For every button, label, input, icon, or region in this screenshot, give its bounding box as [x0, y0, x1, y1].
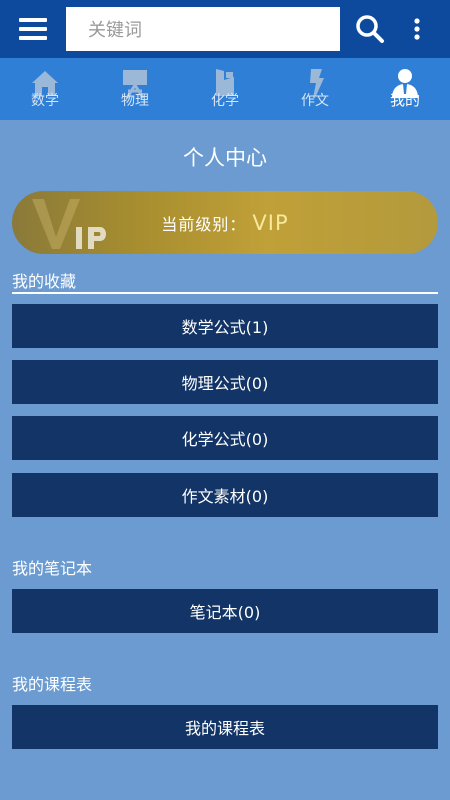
search-placeholder: 关键词	[88, 20, 142, 41]
section-divider	[12, 292, 438, 294]
schedule-button[interactable]: 我的课程表	[12, 705, 438, 749]
search-input[interactable]: 关键词	[66, 7, 340, 51]
favorites-section-title: 我的收藏	[12, 272, 77, 291]
tab-label: 我的	[389, 91, 420, 109]
top-bar: 关键词	[0, 0, 450, 58]
tab-label: 物理	[121, 93, 149, 109]
search-button[interactable]	[352, 11, 388, 47]
schedule-section-title: 我的课程表	[12, 675, 93, 694]
tab-mine[interactable]: 我的	[360, 58, 450, 120]
menu-button[interactable]	[0, 0, 66, 58]
vip-status: 当前级别： VIP	[161, 211, 288, 235]
tab-chemistry[interactable]: 化学	[180, 58, 270, 120]
vip-label: 当前级别：	[161, 214, 247, 234]
favorite-math-button[interactable]: 数学公式(1)	[12, 304, 438, 348]
favorite-physics-button[interactable]: 物理公式(0)	[12, 360, 438, 404]
vip-watermark-icon	[32, 199, 106, 249]
page-title: 个人中心	[183, 146, 267, 170]
tab-physics[interactable]: 物理	[90, 58, 180, 120]
notebook-button[interactable]: 笔记本(0)	[12, 589, 438, 633]
notes-section-title: 我的笔记本	[12, 559, 93, 578]
search-icon	[356, 15, 384, 43]
tab-label: 化学	[211, 93, 239, 109]
more-options-button[interactable]	[402, 11, 432, 47]
vip-level-card: 当前级别： VIP	[12, 191, 438, 254]
more-vertical-icon	[414, 18, 420, 40]
tab-essay[interactable]: 作文	[270, 58, 360, 120]
vip-level-value: VIP	[252, 210, 289, 235]
favorite-essay-button[interactable]: 作文素材(0)	[12, 473, 438, 517]
hamburger-icon	[19, 18, 47, 40]
tab-label: 作文	[301, 93, 329, 109]
tab-label: 数学	[31, 93, 59, 109]
favorite-chemistry-button[interactable]: 化学公式(0)	[12, 416, 438, 460]
tab-math[interactable]: 数学	[0, 58, 90, 120]
category-tab-bar: 数学 物理 化学 作文 我的	[0, 58, 450, 120]
